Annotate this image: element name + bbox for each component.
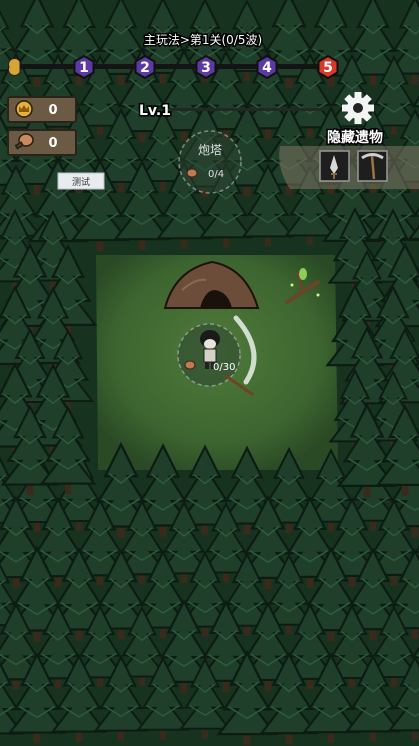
meat-drumstick-icon [184, 360, 196, 370]
wave-number: 2 [140, 60, 150, 76]
wave-marker-5: 5 [317, 54, 339, 80]
meat-count: 0 [48, 136, 57, 151]
tower-build-slot[interactable]: 炮塔 0/4 [178, 130, 242, 194]
wave-number: 5 [323, 60, 333, 76]
pickaxe-icon[interactable] [357, 150, 388, 182]
gold-count: 0 [48, 103, 57, 118]
test-button[interactable]: 测试 [57, 172, 105, 190]
wave-marker-1: 1 [73, 54, 95, 80]
build-slot-name: 炮塔 [198, 143, 222, 157]
relic-panel [279, 146, 419, 189]
svg-text:测试: 测试 [72, 176, 90, 188]
wave-number: 3 [201, 60, 211, 76]
breadcrumb: 主玩法>第1关(0/5波) [144, 33, 262, 47]
wave-number: 4 [262, 60, 272, 76]
wave-marker-2: 2 [134, 54, 156, 80]
wave-marker-3: 3 [195, 54, 217, 80]
wave-marker-4: 4 [256, 54, 278, 80]
player-carry-count: 0/30 [213, 362, 235, 373]
gear-icon[interactable] [342, 92, 374, 124]
player-level: Lv.1 [139, 103, 171, 119]
resource-meat: 0 [7, 129, 77, 156]
game-scene: 炮塔 0/4 0/30 主玩法>第1关(0/5波) 1 2 3 4 5 0 0 测试 L… [0, 0, 419, 746]
relic-title: 隐藏遗物 [327, 129, 383, 146]
xp-bar [168, 108, 324, 111]
wave-number: 1 [79, 60, 89, 76]
meat-drumstick-icon [186, 168, 198, 178]
gold-crown-coin-icon [15, 100, 33, 118]
dagger-icon[interactable] [319, 150, 350, 182]
build-slot-cost: 0/4 [208, 169, 224, 180]
resource-gold: 0 [7, 96, 77, 123]
